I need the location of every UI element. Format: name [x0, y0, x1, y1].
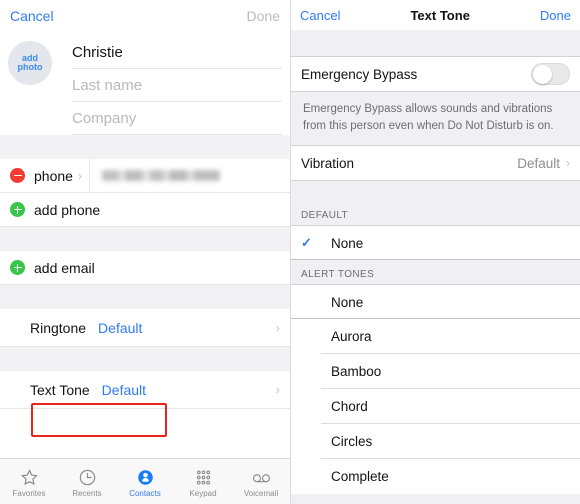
tone-option-chord[interactable]: Chord — [291, 389, 580, 425]
tone-option-none[interactable]: None — [291, 284, 580, 320]
chevron-right-icon: › — [77, 168, 82, 183]
tone-option-default-none[interactable]: ✓ None — [291, 225, 580, 261]
tone-option-label: Circles — [331, 434, 373, 450]
tone-option-label: Complete — [331, 469, 389, 485]
chevron-right-icon: › — [275, 382, 280, 397]
chevron-right-icon: › — [566, 156, 570, 171]
section-gap-1 — [0, 135, 290, 159]
emergency-bypass-label: Emergency Bypass — [301, 66, 418, 82]
chevron-right-icon: › — [275, 320, 280, 335]
checkmark-icon: ✓ — [301, 235, 312, 251]
section-gap-2 — [0, 227, 290, 251]
cancel-button[interactable]: Cancel — [10, 8, 54, 24]
vibration-value: Default — [517, 155, 560, 171]
tone-option-label: Chord — [331, 399, 368, 415]
first-name-field[interactable]: Christie — [72, 36, 282, 69]
keypad-icon — [194, 465, 213, 487]
phone-number-value[interactable] — [101, 170, 220, 181]
tab-label: Keypad — [189, 489, 217, 498]
page-title: Text Tone — [410, 7, 470, 23]
tab-label: Recents — [72, 489, 102, 498]
cancel-button[interactable]: Cancel — [300, 8, 340, 23]
add-photo-line2: photo — [17, 62, 43, 72]
right-gap-2 — [291, 181, 580, 202]
section-gap-3 — [0, 285, 290, 309]
add-phone-row[interactable]: add phone — [0, 193, 290, 227]
ringtone-value: Default — [98, 319, 143, 336]
text-tone-row[interactable]: Text Tone Default › — [0, 371, 290, 409]
tone-option-label: Bamboo — [331, 364, 382, 380]
tab-label: Voicemail — [243, 489, 279, 498]
add-phone-icon[interactable] — [10, 202, 25, 217]
add-email-icon[interactable] — [10, 260, 25, 275]
tab-contacts[interactable]: Contacts — [116, 459, 174, 504]
emergency-bypass-note: Emergency Bypass allows sounds and vibra… — [291, 92, 580, 146]
add-photo-avatar[interactable]: add photo — [8, 41, 52, 85]
star-icon — [20, 465, 39, 487]
name-block: add photo Christie Last name Company — [0, 32, 290, 135]
tone-option-aurora[interactable]: Aurora — [291, 319, 580, 355]
right-nav-bar: Cancel Text Tone Done — [291, 0, 580, 30]
tone-option-circles[interactable]: Circles — [291, 424, 580, 460]
done-button[interactable]: Done — [540, 8, 571, 23]
add-email-row[interactable]: add email — [0, 251, 290, 285]
text-tone-value: Default — [101, 381, 147, 398]
voicemail-icon — [251, 465, 272, 487]
tab-voicemail[interactable]: Voicemail — [232, 459, 290, 504]
right-gap-1 — [291, 30, 580, 56]
tone-option-label: Aurora — [331, 329, 372, 345]
clock-icon — [78, 465, 97, 487]
text-tone-panel: Cancel Text Tone Done Emergency Bypass E… — [290, 0, 580, 504]
contact-edit-panel: Cancel Done add photo Christie Last name… — [0, 0, 290, 504]
split-screenshot: Cancel Done add photo Christie Last name… — [0, 0, 580, 504]
ringtone-row[interactable]: Ringtone Default › — [0, 309, 290, 347]
tone-option-label: None — [331, 235, 364, 251]
left-nav-bar: Cancel Done — [0, 0, 290, 32]
phone-row[interactable]: phone › — [0, 159, 290, 193]
add-phone-label: add phone — [34, 201, 101, 218]
vibration-label: Vibration — [301, 155, 355, 171]
emergency-bypass-toggle[interactable] — [531, 63, 570, 85]
tab-label: Contacts — [129, 489, 161, 498]
delete-phone-icon[interactable] — [10, 168, 25, 183]
vibration-row[interactable]: Vibration Default › — [291, 145, 580, 182]
alert-tones-section-header: ALERT TONES — [291, 260, 580, 285]
phone-label: phone — [34, 167, 73, 184]
tone-option-bamboo[interactable]: Bamboo — [291, 354, 580, 390]
done-button[interactable]: Done — [247, 8, 280, 24]
tab-keypad[interactable]: Keypad — [174, 459, 232, 504]
section-gap-4 — [0, 347, 290, 371]
tab-favorites[interactable]: Favorites — [0, 459, 58, 504]
tab-label: Favorites — [12, 489, 46, 498]
person-icon — [136, 465, 155, 487]
name-fields: Christie Last name Company — [72, 36, 290, 135]
toggle-knob — [533, 65, 552, 84]
company-field[interactable]: Company — [72, 102, 282, 135]
emergency-bypass-row[interactable]: Emergency Bypass — [291, 56, 580, 92]
default-section-header: DEFAULT — [291, 201, 580, 226]
tab-bar: Favorites Recents Contacts Keypad Voicem… — [0, 458, 290, 504]
tone-option-complete[interactable]: Complete — [291, 459, 580, 495]
text-tone-label: Text Tone — [30, 381, 90, 398]
tab-recents[interactable]: Recents — [58, 459, 116, 504]
field-divider — [88, 159, 90, 192]
tone-option-label: None — [331, 294, 364, 310]
add-email-label: add email — [34, 259, 95, 276]
ringtone-label: Ringtone — [30, 319, 87, 336]
last-name-field[interactable]: Last name — [72, 69, 282, 102]
